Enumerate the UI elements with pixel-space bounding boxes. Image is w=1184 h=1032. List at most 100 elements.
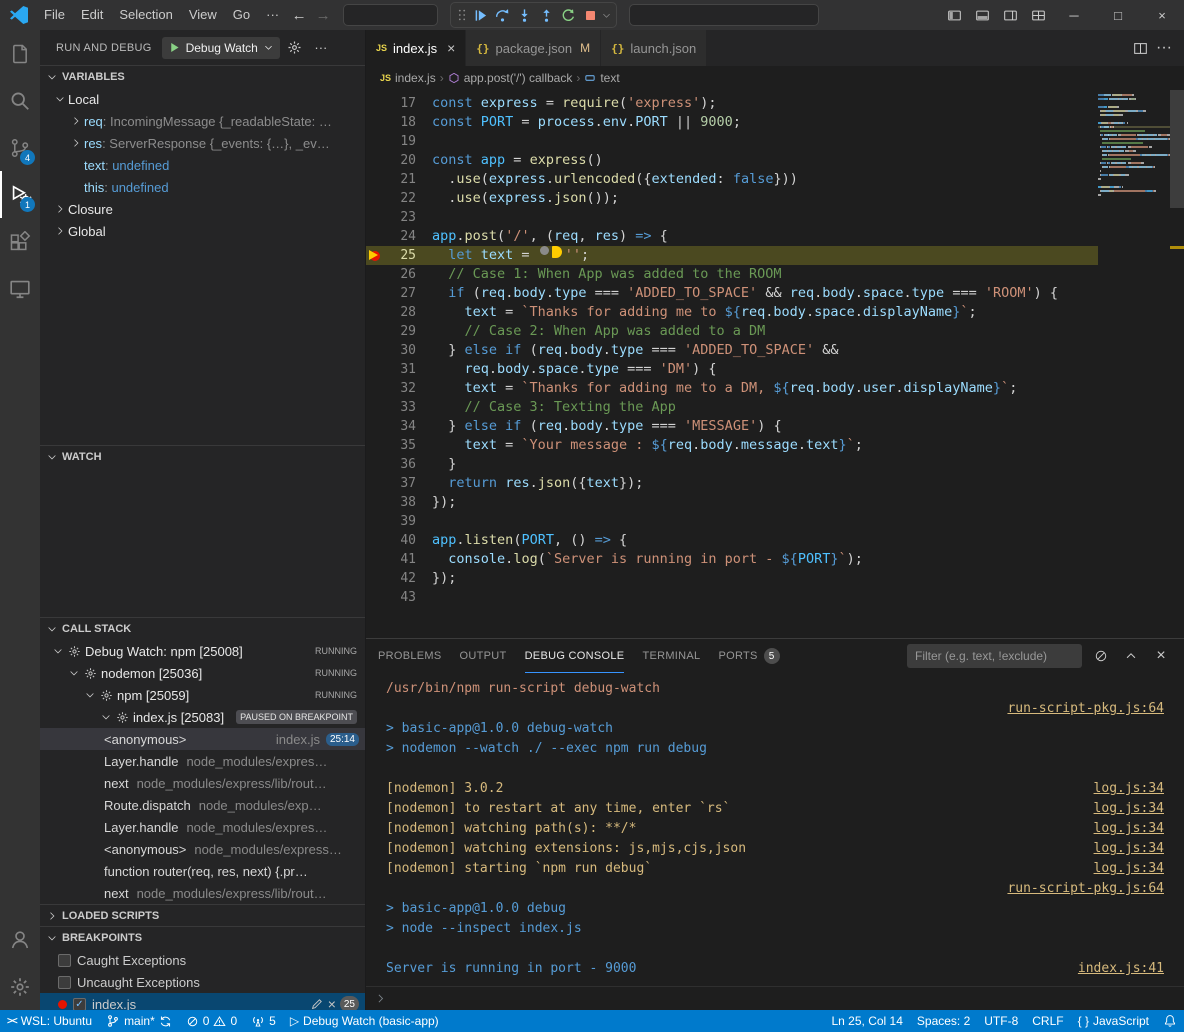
watch-header[interactable]: WATCH [40, 446, 365, 468]
glyph-margin[interactable] [366, 208, 384, 227]
step-out-icon[interactable] [535, 4, 557, 26]
toggle-sidebar-icon[interactable] [940, 0, 968, 30]
glyph-margin[interactable] [366, 379, 384, 398]
code-editor[interactable]: 17const express = require('express'); 18… [366, 90, 1184, 638]
glyph-margin[interactable] [366, 170, 384, 189]
breakpoint-row[interactable]: ✓ index.js × 25 [40, 993, 365, 1010]
glyph-margin[interactable] [366, 531, 384, 550]
maximize-button[interactable]: □ [1096, 0, 1140, 30]
code-line-24[interactable]: 24app.post('/', (req, res) => { [366, 227, 1098, 246]
breadcrumb-item[interactable]: app.post('/') callback [448, 71, 573, 85]
encoding[interactable]: UTF-8 [977, 1010, 1025, 1032]
notifications-bell[interactable] [1156, 1010, 1184, 1032]
breadcrumb-item[interactable]: text [584, 71, 619, 85]
code-line-22[interactable]: 22 .use(express.json()); [366, 189, 1098, 208]
panel-tab-ports[interactable]: PORTS5 [718, 639, 779, 673]
variable-scope[interactable]: Local [40, 88, 365, 110]
call-stack-header[interactable]: CALL STACK [40, 618, 365, 640]
code-line-38[interactable]: 38}); [366, 493, 1098, 512]
variable-row[interactable]: this: undefined [40, 176, 365, 198]
glyph-margin[interactable] [366, 417, 384, 436]
tab-launch.json[interactable]: {}launch.json [601, 30, 707, 66]
configure-gear-icon[interactable] [284, 37, 306, 59]
breakpoint-row[interactable]: Uncaught Exceptions [40, 971, 365, 993]
glyph-margin[interactable] [366, 455, 384, 474]
code-line-19[interactable]: 19 [366, 132, 1098, 151]
activitybar-source-control[interactable]: 4 [0, 124, 40, 171]
code-line-40[interactable]: 40app.listen(PORT, () => { [366, 531, 1098, 550]
cursor-position[interactable]: Ln 25, Col 14 [825, 1010, 910, 1032]
code-line-36[interactable]: 36 } [366, 455, 1098, 474]
code-line-27[interactable]: 27 if (req.body.type === 'ADDED_TO_SPACE… [366, 284, 1098, 303]
breakpoint-checkbox[interactable] [58, 976, 71, 989]
panel-tab-debug-console[interactable]: DEBUG CONSOLE [525, 639, 625, 673]
source-link[interactable]: log.js:34 [1094, 799, 1172, 819]
code-line-33[interactable]: 33 // Case 3: Texting the App [366, 398, 1098, 417]
glyph-margin[interactable] [366, 360, 384, 379]
source-link[interactable]: index.js:41 [1078, 959, 1172, 979]
code-line-29[interactable]: 29 // Case 2: When App was added to a DM [366, 322, 1098, 341]
minimize-button[interactable]: ─ [1052, 0, 1096, 30]
glyph-margin[interactable] [366, 227, 384, 246]
scrollbar-thumb[interactable] [1170, 90, 1184, 208]
source-link[interactable]: run-script-pkg.js:64 [1007, 879, 1172, 899]
variable-row[interactable]: res: ServerResponse {_events: {…}, _ev… [40, 132, 365, 154]
callstack-session[interactable]: Debug Watch: npm [25008] RUNNING [40, 640, 365, 662]
stack-frame[interactable]: Route.dispatch node_modules/exp… [40, 794, 365, 816]
code-line-32[interactable]: 32 text = `Thanks for adding me to a DM,… [366, 379, 1098, 398]
code-line-43[interactable]: 43 [366, 588, 1098, 607]
variable-scope[interactable]: Closure [40, 198, 365, 220]
stack-frame[interactable]: Layer.handle node_modules/expres… [40, 750, 365, 772]
code-line-31[interactable]: 31 req.body.space.type === 'DM') { [366, 360, 1098, 379]
activitybar-explorer[interactable] [0, 30, 40, 77]
sidebar-more-icon[interactable]: ··· [310, 37, 332, 59]
code-line-28[interactable]: 28 text = `Thanks for adding me to ${req… [366, 303, 1098, 322]
glyph-margin[interactable] [366, 151, 384, 170]
glyph-margin[interactable] [366, 436, 384, 455]
stop-icon[interactable] [579, 4, 601, 26]
menu-file[interactable]: File [36, 0, 73, 30]
remove-breakpoint-icon[interactable]: × [328, 996, 336, 1010]
glyph-margin[interactable] [366, 588, 384, 607]
glyph-margin[interactable] [366, 493, 384, 512]
forward-icon[interactable]: → [311, 7, 335, 24]
glyph-margin[interactable] [366, 94, 384, 113]
language-mode[interactable]: { } JavaScript [1071, 1010, 1156, 1032]
glyph-margin[interactable] [366, 341, 384, 360]
code-line-25[interactable]: 25 let text = ''; [366, 246, 1098, 265]
maximize-panel-icon[interactable] [1120, 645, 1142, 667]
glyph-margin[interactable] [366, 322, 384, 341]
debug-status[interactable]: ▷ Debug Watch (basic-app) [283, 1010, 446, 1032]
stack-frame[interactable]: <anonymous> index.js25:14 [40, 728, 365, 750]
editor-more-icon[interactable]: ··· [1152, 39, 1176, 57]
variable-scope[interactable]: Global [40, 220, 365, 242]
menu-edit[interactable]: Edit [73, 0, 111, 30]
source-link[interactable]: log.js:34 [1094, 779, 1172, 799]
menu-view[interactable]: View [181, 0, 225, 30]
callstack-session[interactable]: npm [25059] RUNNING [40, 684, 365, 706]
close-panel-icon[interactable]: × [1150, 645, 1172, 667]
code-line-39[interactable]: 39 [366, 512, 1098, 531]
source-link[interactable]: log.js:34 [1094, 839, 1172, 859]
back-icon[interactable]: ← [287, 7, 311, 24]
code-line-42[interactable]: 42}); [366, 569, 1098, 588]
variable-row[interactable]: text: undefined [40, 154, 365, 176]
remote-indicator[interactable]: >< WSL: Ubuntu [0, 1010, 99, 1032]
glyph-margin[interactable] [366, 569, 384, 588]
ports-indicator[interactable]: 5 [244, 1010, 283, 1032]
activitybar-extensions[interactable] [0, 218, 40, 265]
stack-frame[interactable]: next node_modules/express/lib/rout… [40, 882, 365, 904]
problems-indicator[interactable]: 0 0 [179, 1010, 244, 1032]
continue-icon[interactable] [469, 4, 491, 26]
minimap[interactable] [1098, 94, 1170, 202]
tab-package.json[interactable]: {}package.json M [466, 30, 601, 66]
stack-frame[interactable]: function router(req, res, next) {.pr… [40, 860, 365, 882]
branch-indicator[interactable]: main* [99, 1010, 179, 1032]
glyph-margin[interactable] [366, 265, 384, 284]
eol-sequence[interactable]: CRLF [1025, 1010, 1070, 1032]
close-tab-icon[interactable]: × [447, 40, 455, 56]
customize-layout-icon[interactable] [1024, 0, 1052, 30]
indentation[interactable]: Spaces: 2 [910, 1010, 977, 1032]
code-line-18[interactable]: 18const PORT = process.env.PORT || 9000; [366, 113, 1098, 132]
console-filter-input[interactable] [907, 644, 1082, 668]
